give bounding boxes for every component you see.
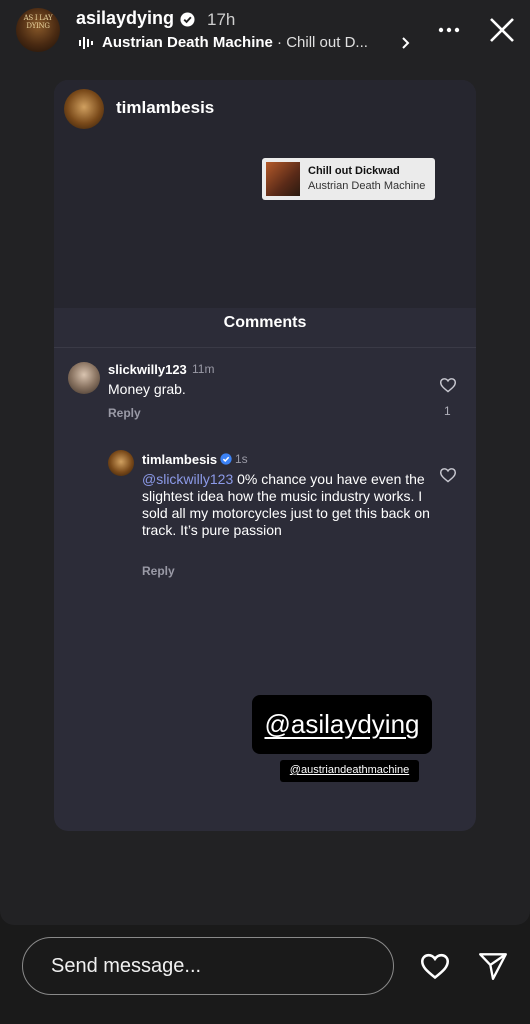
send-message-placeholder: Send message... [51,955,202,977]
music-bars-icon [79,37,93,49]
verified-icon [180,12,195,27]
divider [54,347,476,348]
mention-sticker[interactable]: @asilaydying [252,695,432,754]
mention-sticker-small-text: @austriandeathmachine [289,764,410,776]
post-author-username[interactable]: timlambesis [116,98,214,118]
comment-text: Money grab. [108,381,186,397]
reply-button[interactable]: Reply [108,406,141,420]
comment-time: 11m [192,362,215,376]
send-message-input[interactable]: Send message... [22,937,394,995]
chevron-right-icon[interactable] [401,36,411,50]
music-artist: Austrian Death Machine [102,34,273,51]
album-art [266,162,300,196]
reply-time: 1s [235,452,248,466]
music-sticker-title: Chill out Dickwad [308,165,400,177]
comment-username[interactable]: slickwilly123 [108,362,187,377]
reply-button[interactable]: Reply [142,564,175,578]
reply-text: @slickwilly123 0% chance you have even t… [142,471,432,539]
comment-like-icon[interactable] [439,377,457,393]
music-attribution[interactable]: Austrian Death Machine · Chill out D... [102,34,368,51]
comment-like-count: 1 [444,404,451,418]
comments-heading: Comments [223,314,307,331]
verified-badge-icon [220,453,232,465]
music-sticker-artist: Austrian Death Machine [308,180,426,192]
avatar-logo-text: AS I LAY DYING [23,14,53,30]
reply-username[interactable]: timlambesis [142,452,217,467]
mention-link[interactable]: @slickwilly123 [142,471,233,487]
commenter-avatar[interactable] [68,362,100,394]
music-sticker[interactable]: Chill out Dickwad Austrian Death Machine [262,158,435,200]
post-time: 17h [207,10,236,29]
more-options-icon[interactable] [437,22,461,38]
post-author-avatar[interactable] [64,89,104,129]
comment-like-icon[interactable] [439,467,457,483]
music-song: · Chill out D... [277,34,368,51]
close-icon[interactable] [487,15,517,45]
author-avatar[interactable]: AS I LAY DYING [16,8,60,52]
send-icon[interactable] [477,951,509,981]
author-username[interactable]: asilaydying [76,8,174,29]
mention-sticker-text: @asilaydying [264,709,420,739]
heart-icon[interactable] [419,952,451,980]
mention-sticker-small[interactable]: @austriandeathmachine [280,760,419,782]
reply-avatar[interactable] [108,450,134,476]
